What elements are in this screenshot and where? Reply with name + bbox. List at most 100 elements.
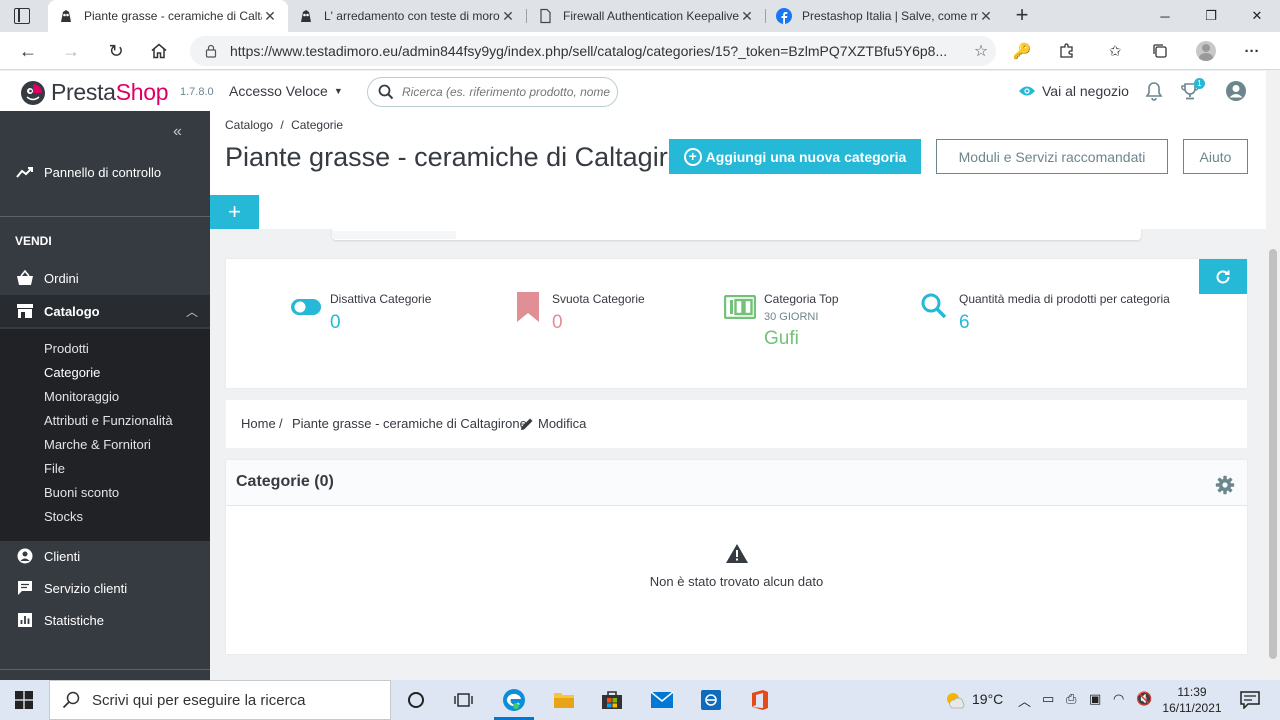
- restore-button[interactable]: ❐: [1188, 0, 1234, 32]
- sidebar-item-orders[interactable]: Ordini: [0, 263, 210, 293]
- submenu-item-discounts[interactable]: Buoni sconto: [44, 485, 119, 500]
- back-button[interactable]: ←: [13, 36, 43, 66]
- favorites-icon[interactable]: ✩: [1104, 40, 1126, 62]
- clipboard-icon[interactable]: ▣: [1089, 691, 1101, 707]
- browser-tab[interactable]: Prestashop Italia | Salve, come mi ✕: [766, 0, 1004, 32]
- submenu-item-attributes[interactable]: Attributi e Funzionalità: [44, 413, 173, 428]
- button-label: Aggiungi una nuova categoria: [705, 148, 907, 165]
- help-button[interactable]: Aiuto: [1183, 139, 1248, 174]
- submenu-item-stocks[interactable]: Stocks: [44, 509, 83, 524]
- store-icon[interactable]: [598, 686, 626, 714]
- notification-center-icon[interactable]: [1236, 686, 1264, 714]
- forward-button[interactable]: →: [56, 36, 86, 66]
- caret-down-icon: ▼: [333, 86, 343, 96]
- breadcrumb-edit-link[interactable]: Modifica: [538, 416, 586, 431]
- collections-icon[interactable]: [1149, 40, 1171, 62]
- breadcrumb-item[interactable]: Catalogo: [225, 118, 273, 132]
- more-menu-icon[interactable]: ···: [1241, 40, 1263, 62]
- windows-taskbar: Scrivi qui per eseguire la ricerca 19°C …: [0, 680, 1280, 720]
- key-extension-icon[interactable]: 🔑: [1011, 40, 1033, 62]
- page-icon: [540, 8, 551, 24]
- kpi-top-category[interactable]: Categoria Top 30 GIORNI Gufi: [724, 292, 839, 350]
- battery-icon[interactable]: ▭: [1042, 691, 1054, 707]
- sidebar-item-stats[interactable]: Statistiche: [0, 605, 210, 635]
- extensions-icon[interactable]: [1056, 40, 1078, 62]
- url-field[interactable]: https://www.testadimoro.eu/admin844fsy9y…: [190, 36, 996, 66]
- cortana-icon[interactable]: [402, 686, 430, 714]
- file-explorer-icon[interactable]: [550, 686, 578, 714]
- office-icon[interactable]: [746, 686, 774, 714]
- windows-start-icon[interactable]: [10, 686, 38, 714]
- meet-now-icon[interactable]: ⎙: [1066, 691, 1076, 707]
- submenu-item-monitoring[interactable]: Monitoraggio: [44, 389, 119, 404]
- page-scrollbar[interactable]: [1266, 71, 1280, 680]
- sidebar-item-customer-service[interactable]: Servizio clienti: [0, 573, 210, 603]
- view-shop-link[interactable]: Vai al negozio: [1018, 83, 1129, 99]
- breadcrumb-category-link[interactable]: Piante grasse - ceramiche di Caltagirone: [292, 416, 527, 431]
- tab-actions-icon[interactable]: [14, 8, 30, 24]
- task-view-icon[interactable]: [450, 686, 478, 714]
- taskbar-search[interactable]: Scrivi qui per eseguire la ricerca: [49, 680, 391, 720]
- kpi-value: Gufi: [764, 328, 799, 349]
- browser-tab-active[interactable]: Piante grasse - ceramiche di Caltagirone…: [48, 0, 288, 32]
- reload-button[interactable]: ↻: [101, 36, 131, 66]
- chevron-up-icon[interactable]: ︿: [1018, 691, 1031, 710]
- profile-avatar[interactable]: [1195, 40, 1217, 62]
- breadcrumb-home-link[interactable]: Home: [241, 416, 276, 431]
- close-tab-icon[interactable]: ✕: [262, 8, 278, 25]
- favorite-star-icon[interactable]: ☆: [966, 41, 996, 61]
- notifications-button[interactable]: [1143, 80, 1165, 102]
- submenu-item-categories[interactable]: Categorie: [44, 365, 100, 380]
- submenu-item-products[interactable]: Prodotti: [44, 341, 89, 356]
- browser-tab-bar: Piante grasse - ceramiche di Caltagirone…: [0, 0, 1280, 32]
- facebook-icon: [776, 8, 792, 24]
- close-window-button[interactable]: ✕: [1234, 0, 1280, 32]
- bar-chart-icon: [16, 611, 34, 629]
- browser-tab[interactable]: Firewall Authentication Keepalive ✕: [527, 0, 765, 32]
- sidebar-item-customers[interactable]: Clienti: [0, 541, 210, 571]
- edge-icon[interactable]: [500, 686, 528, 714]
- volume-muted-icon[interactable]: 🔇: [1136, 691, 1152, 707]
- user-icon: [16, 547, 34, 565]
- home-icon: [151, 43, 167, 59]
- app-launcher-icon[interactable]: [697, 686, 725, 714]
- collapse-sidebar-icon[interactable]: «: [173, 123, 182, 141]
- add-tab-button[interactable]: +: [210, 195, 259, 229]
- gear-icon[interactable]: [1215, 475, 1235, 495]
- recommended-modules-button[interactable]: Moduli e Servizi raccomandati: [936, 139, 1168, 174]
- sidebar-item-catalog[interactable]: Catalogo ︿: [0, 295, 210, 327]
- mail-icon[interactable]: [648, 686, 676, 714]
- search-icon: [378, 84, 394, 100]
- prestashop-logo[interactable]: PrestaShop: [20, 79, 169, 106]
- close-tab-icon[interactable]: ✕: [978, 8, 994, 25]
- admin-search[interactable]: [367, 77, 618, 107]
- kpi-empty-categories[interactable]: Svuota Categorie 0: [517, 292, 645, 334]
- kpi-disabled-categories[interactable]: Disattiva Categorie 0: [290, 292, 431, 334]
- quick-access-dropdown[interactable]: Accesso Veloce ▼: [229, 83, 343, 99]
- add-category-button[interactable]: + Aggiungi una nuova categoria: [669, 139, 921, 174]
- close-tab-icon[interactable]: ✕: [500, 8, 516, 25]
- kpi-sublabel: 30 GIORNI: [764, 311, 819, 323]
- minimize-button[interactable]: ─: [1142, 0, 1188, 32]
- sidebar-item-dashboard[interactable]: Pannello di controllo: [0, 157, 210, 187]
- weather-temperature[interactable]: 19°C: [972, 691, 1003, 707]
- breadcrumb-item[interactable]: Categorie: [291, 118, 343, 132]
- page-header: Catalogo / Categorie Piante grasse - cer…: [210, 111, 1266, 229]
- browser-tab[interactable]: L' arredamento con teste di moro ✕: [288, 0, 526, 32]
- close-tab-icon[interactable]: ✕: [739, 8, 755, 25]
- account-button[interactable]: [1225, 80, 1247, 102]
- scrollbar-thumb[interactable]: [1269, 249, 1277, 659]
- submenu-item-files[interactable]: File: [44, 461, 65, 476]
- hundred-icon: [724, 295, 756, 319]
- submenu-item-brands[interactable]: Marche & Fornitori: [44, 437, 151, 452]
- wifi-icon[interactable]: ◠: [1113, 691, 1124, 707]
- sidebar-item-label: Clienti: [44, 548, 81, 564]
- kpi-average-products[interactable]: Quantità media di prodotti per categoria…: [920, 292, 1170, 334]
- weather-icon[interactable]: [940, 686, 968, 714]
- home-button[interactable]: [144, 36, 174, 66]
- search-input[interactable]: [402, 85, 612, 99]
- bell-icon: [1145, 82, 1163, 101]
- new-tab-button[interactable]: +: [1010, 4, 1034, 28]
- clock[interactable]: 11:39 16/11/2021: [1160, 684, 1224, 716]
- refresh-kpi-button[interactable]: [1199, 259, 1247, 294]
